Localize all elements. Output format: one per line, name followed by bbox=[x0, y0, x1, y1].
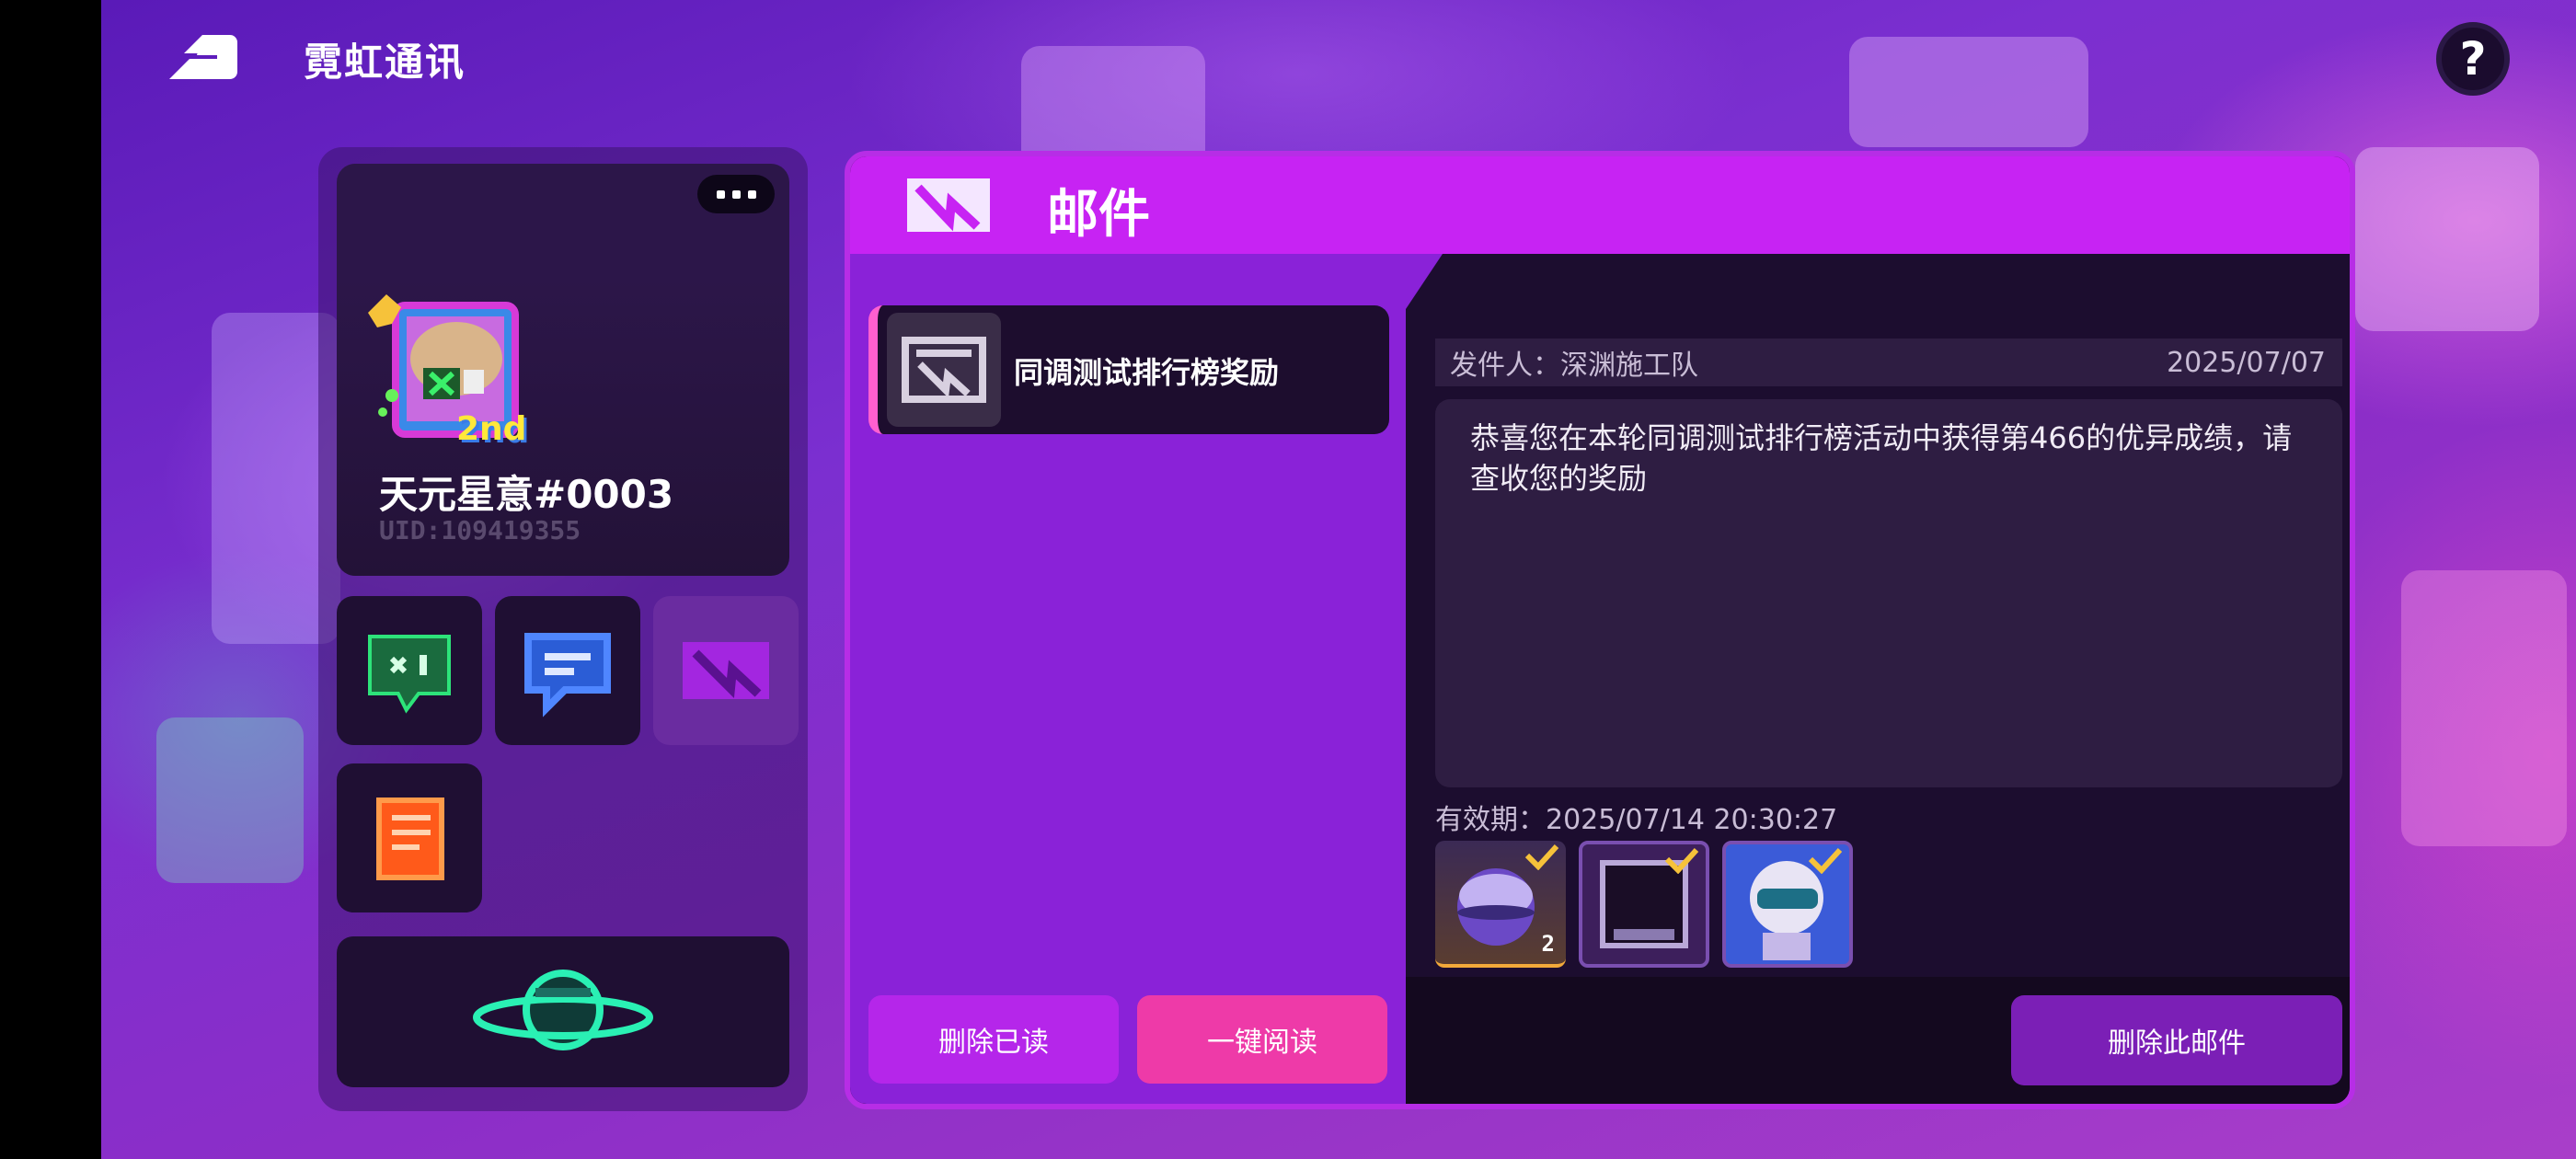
opened-mail-icon bbox=[902, 337, 986, 403]
expiry-label: 有效期： bbox=[1435, 804, 1546, 836]
rank-badge: 2nd bbox=[456, 410, 527, 448]
reward-item[interactable] bbox=[1579, 841, 1709, 968]
mail-header: 邮件 bbox=[850, 156, 2350, 254]
delete-read-button[interactable]: 删除已读 bbox=[868, 995, 1119, 1084]
mail-panel-title: 邮件 bbox=[1047, 185, 1150, 245]
planet-button[interactable] bbox=[337, 936, 789, 1087]
back-arrow-icon bbox=[169, 35, 237, 79]
reward-list: 2 bbox=[1435, 841, 1853, 968]
delete-mail-button[interactable]: 删除此邮件 bbox=[2011, 995, 2342, 1085]
sender-label: 发件人： bbox=[1450, 350, 1560, 382]
expiry-line: 有效期：2025/07/14 20:30:27 bbox=[1435, 797, 1837, 837]
sidebar: 2nd 天元星意#0003 UID:109419355 bbox=[318, 147, 808, 1111]
claimed-check-icon bbox=[1664, 847, 1699, 874]
tile-mail[interactable] bbox=[653, 596, 799, 745]
claimed-check-icon bbox=[1808, 847, 1843, 874]
sender-line: 发件人：深渊施工队 bbox=[1450, 342, 1698, 383]
page-title: 霓虹通讯 bbox=[304, 40, 466, 85]
more-dot-icon bbox=[716, 189, 725, 199]
list-notch bbox=[1406, 254, 1443, 309]
mail-list-item[interactable]: 同调测试排行榜奖励 bbox=[868, 305, 1389, 434]
help-button[interactable]: ? bbox=[2436, 22, 2510, 96]
more-options-button[interactable] bbox=[697, 175, 775, 213]
reward-item[interactable]: 2 bbox=[1435, 841, 1566, 968]
player-name: 天元星意#0003 bbox=[379, 472, 674, 517]
sender-name: 深渊施工队 bbox=[1560, 350, 1698, 382]
reward-item[interactable] bbox=[1722, 841, 1853, 968]
claimed-check-icon bbox=[1524, 843, 1559, 870]
help-icon: ? bbox=[2459, 32, 2487, 86]
tile-neon-cat[interactable] bbox=[337, 596, 482, 745]
chat-bubble-icon bbox=[524, 633, 611, 717]
neon-cat-icon bbox=[368, 635, 451, 714]
mail-item-title: 同调测试排行榜奖励 bbox=[1014, 355, 1280, 390]
avatar[interactable]: 2nd bbox=[364, 285, 530, 451]
back-button[interactable] bbox=[166, 33, 239, 81]
planet-icon bbox=[473, 970, 653, 1050]
mail-body: 恭喜您在本轮同调测试排行榜活动中获得第466的优异成绩，请查收您的奖励 bbox=[1435, 399, 2342, 787]
read-all-button[interactable]: 一键阅读 bbox=[1137, 995, 1387, 1084]
mail-icon bbox=[683, 642, 769, 699]
tile-notebook[interactable] bbox=[337, 763, 482, 912]
more-dot-icon bbox=[731, 189, 741, 199]
mail-panel: 邮件 同调测试排行榜奖励 删除已读 一键阅读 发件人：深渊施工队 2025/07… bbox=[845, 151, 2355, 1109]
mail-date: 2025/07/07 bbox=[2167, 346, 2326, 379]
reward-quantity: 2 bbox=[1541, 931, 1555, 957]
mail-item-icon-frame bbox=[887, 313, 1001, 427]
more-dot-icon bbox=[747, 189, 756, 199]
player-uid: UID:109419355 bbox=[379, 515, 581, 545]
profile-card: 2nd 天元星意#0003 UID:109419355 bbox=[337, 164, 789, 576]
expiry-time: 2025/07/14 20:30:27 bbox=[1546, 804, 1838, 836]
mail-list: 同调测试排行榜奖励 bbox=[850, 254, 1406, 1104]
mail-header-icon bbox=[907, 178, 990, 232]
mail-meta: 发件人：深渊施工队 2025/07/07 bbox=[1435, 339, 2342, 386]
notebook-icon bbox=[376, 798, 444, 880]
tile-chat[interactable] bbox=[495, 596, 640, 745]
